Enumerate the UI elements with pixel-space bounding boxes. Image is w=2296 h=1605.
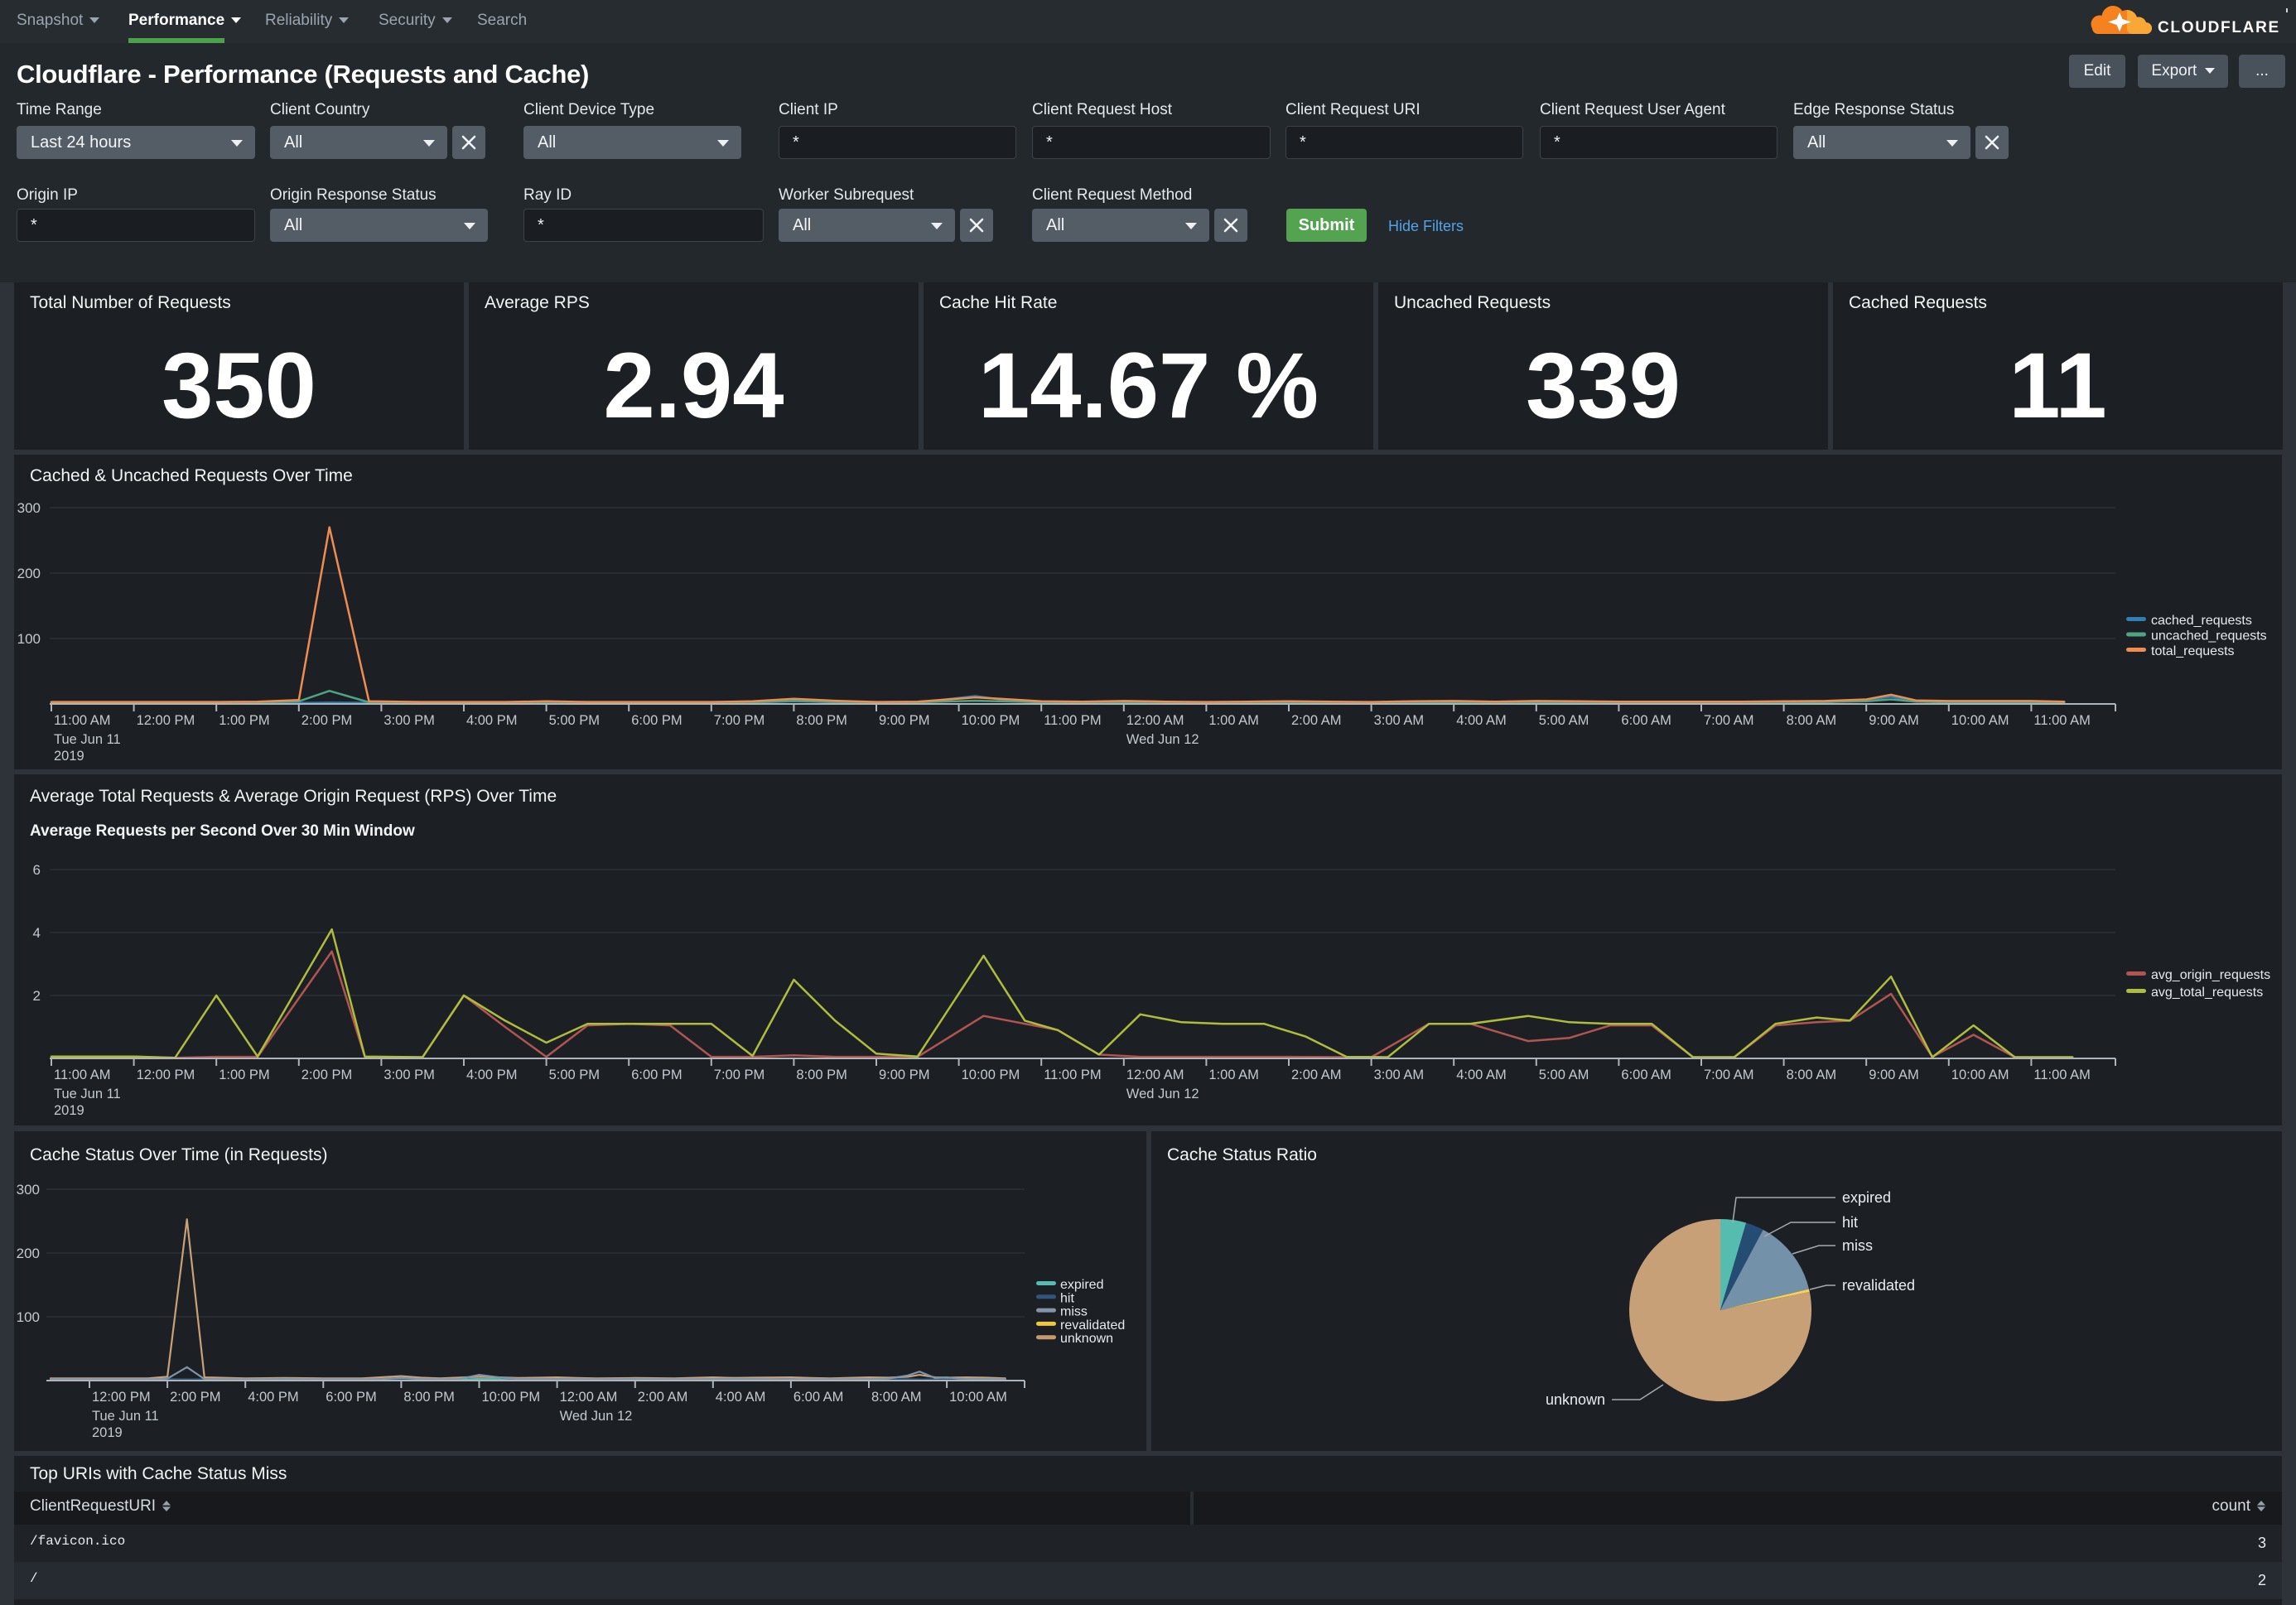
svg-text:7:00 PM: 7:00 PM xyxy=(714,713,765,728)
svg-text:2019: 2019 xyxy=(54,1103,84,1118)
svg-text:uncached_requests: uncached_requests xyxy=(2151,629,2267,643)
svg-text:2019: 2019 xyxy=(92,1425,123,1440)
svg-text:10:00 PM: 10:00 PM xyxy=(962,1068,1020,1082)
svg-text:11:00 PM: 11:00 PM xyxy=(1044,713,1101,728)
svg-text:miss: miss xyxy=(1842,1237,1873,1254)
svg-text:12:00 PM: 12:00 PM xyxy=(137,1068,195,1082)
svg-text:Wed Jun 12: Wed Jun 12 xyxy=(560,1409,633,1424)
svg-text:2:00 AM: 2:00 AM xyxy=(1291,1068,1342,1082)
svg-text:8:00 PM: 8:00 PM xyxy=(796,1068,847,1082)
svg-text:2:00 AM: 2:00 AM xyxy=(638,1390,688,1405)
svg-text:9:00 AM: 9:00 AM xyxy=(1869,1068,1919,1082)
svg-text:12:00 AM: 12:00 AM xyxy=(1126,1068,1184,1082)
svg-text:cached_requests: cached_requests xyxy=(2151,614,2252,628)
svg-text:7:00 PM: 7:00 PM xyxy=(714,1068,765,1082)
svg-text:10:00 AM: 10:00 AM xyxy=(1951,1068,2009,1082)
svg-text:6:00 PM: 6:00 PM xyxy=(631,713,682,728)
svg-text:4:00 AM: 4:00 AM xyxy=(1456,1068,1507,1082)
svg-text:7:00 AM: 7:00 AM xyxy=(1704,1068,1754,1082)
svg-text:1:00 PM: 1:00 PM xyxy=(219,713,269,728)
svg-text:2:00 PM: 2:00 PM xyxy=(301,713,352,728)
svg-text:100: 100 xyxy=(17,1309,40,1325)
svg-text:4:00 AM: 4:00 AM xyxy=(716,1390,766,1405)
svg-text:miss: miss xyxy=(1060,1305,1088,1319)
svg-text:Tue Jun 11: Tue Jun 11 xyxy=(54,1087,121,1101)
svg-text:4:00 PM: 4:00 PM xyxy=(466,713,517,728)
svg-text:6:00 PM: 6:00 PM xyxy=(631,1068,682,1082)
svg-text:11:00 AM: 11:00 AM xyxy=(2033,1068,2091,1082)
svg-text:hit: hit xyxy=(1060,1291,1074,1305)
svg-text:4:00 PM: 4:00 PM xyxy=(466,1068,517,1082)
svg-text:6: 6 xyxy=(33,862,41,878)
svg-text:6:00 AM: 6:00 AM xyxy=(1621,1068,1671,1082)
svg-text:1:00 AM: 1:00 AM xyxy=(1208,713,1259,728)
svg-text:Tue Jun 11: Tue Jun 11 xyxy=(54,732,121,747)
svg-text:2:00 PM: 2:00 PM xyxy=(170,1390,220,1405)
svg-text:CLOUDFLARE: CLOUDFLARE xyxy=(2158,19,2280,36)
svg-text:2: 2 xyxy=(33,988,41,1004)
svg-text:avg_total_requests: avg_total_requests xyxy=(2151,986,2263,1000)
svg-text:8:00 AM: 8:00 AM xyxy=(871,1390,922,1405)
svg-text:Wed Jun 12: Wed Jun 12 xyxy=(1126,1087,1199,1101)
svg-text:8:00 PM: 8:00 PM xyxy=(796,713,847,728)
svg-text:10:00 AM: 10:00 AM xyxy=(1951,713,2009,728)
svg-text:revalidated: revalidated xyxy=(1842,1277,1915,1294)
svg-text:2019: 2019 xyxy=(54,749,84,764)
svg-text:5:00 PM: 5:00 PM xyxy=(549,713,600,728)
svg-text:3:00 PM: 3:00 PM xyxy=(383,713,434,728)
svg-text:7:00 AM: 7:00 AM xyxy=(1704,713,1754,728)
svg-text:11:00 AM: 11:00 AM xyxy=(54,1068,111,1082)
svg-text:1:00 PM: 1:00 PM xyxy=(219,1068,269,1082)
svg-text:3:00 AM: 3:00 AM xyxy=(1374,1068,1425,1082)
svg-text:unknown: unknown xyxy=(1546,1391,1605,1408)
svg-text:6:00 AM: 6:00 AM xyxy=(793,1390,844,1405)
svg-text:6:00 PM: 6:00 PM xyxy=(326,1390,376,1405)
svg-text:9:00 PM: 9:00 PM xyxy=(879,713,929,728)
svg-text:avg_origin_requests: avg_origin_requests xyxy=(2151,968,2270,982)
svg-text:4:00 PM: 4:00 PM xyxy=(248,1390,298,1405)
svg-text:hit: hit xyxy=(1842,1214,1858,1231)
svg-text:100: 100 xyxy=(17,631,41,647)
svg-text:10:00 AM: 10:00 AM xyxy=(949,1390,1007,1405)
svg-text:expired: expired xyxy=(1842,1189,1891,1206)
svg-text:total_requests: total_requests xyxy=(2151,644,2235,658)
svg-text:8:00 AM: 8:00 AM xyxy=(1787,1068,1837,1082)
svg-text:5:00 PM: 5:00 PM xyxy=(549,1068,600,1082)
svg-text:4:00 AM: 4:00 AM xyxy=(1456,713,1507,728)
svg-text:6:00 AM: 6:00 AM xyxy=(1621,713,1671,728)
svg-text:Wed Jun 12: Wed Jun 12 xyxy=(1126,732,1199,747)
svg-text:5:00 AM: 5:00 AM xyxy=(1539,1068,1589,1082)
svg-text:8:00 AM: 8:00 AM xyxy=(1787,713,1837,728)
svg-text:9:00 PM: 9:00 PM xyxy=(879,1068,929,1082)
svg-text:4: 4 xyxy=(33,925,41,941)
svg-text:12:00 AM: 12:00 AM xyxy=(1126,713,1184,728)
svg-text:5:00 AM: 5:00 AM xyxy=(1539,713,1589,728)
svg-text:11:00 AM: 11:00 AM xyxy=(54,713,111,728)
svg-text:8:00 PM: 8:00 PM xyxy=(403,1390,454,1405)
svg-text:unknown: unknown xyxy=(1060,1332,1113,1346)
svg-text:12:00 PM: 12:00 PM xyxy=(137,713,195,728)
svg-text:200: 200 xyxy=(17,566,41,581)
svg-text:Tue Jun 11: Tue Jun 11 xyxy=(92,1409,159,1424)
svg-text:300: 300 xyxy=(17,500,41,516)
svg-text:revalidated: revalidated xyxy=(1060,1318,1125,1333)
svg-text:12:00 AM: 12:00 AM xyxy=(560,1390,618,1405)
svg-text:12:00 PM: 12:00 PM xyxy=(92,1390,151,1405)
svg-text:10:00 PM: 10:00 PM xyxy=(962,713,1020,728)
svg-text:10:00 PM: 10:00 PM xyxy=(482,1390,541,1405)
svg-text:2:00 PM: 2:00 PM xyxy=(301,1068,352,1082)
svg-text:11:00 AM: 11:00 AM xyxy=(2033,713,2091,728)
svg-text:3:00 PM: 3:00 PM xyxy=(383,1068,434,1082)
svg-text:300: 300 xyxy=(17,1182,40,1198)
svg-text:1:00 AM: 1:00 AM xyxy=(1208,1068,1259,1082)
svg-text:2:00 AM: 2:00 AM xyxy=(1291,713,1342,728)
svg-text:11:00 PM: 11:00 PM xyxy=(1044,1068,1101,1082)
svg-text:3:00 AM: 3:00 AM xyxy=(1374,713,1425,728)
svg-text:200: 200 xyxy=(17,1246,40,1261)
svg-text:9:00 AM: 9:00 AM xyxy=(1869,713,1919,728)
svg-text:expired: expired xyxy=(1060,1278,1103,1292)
